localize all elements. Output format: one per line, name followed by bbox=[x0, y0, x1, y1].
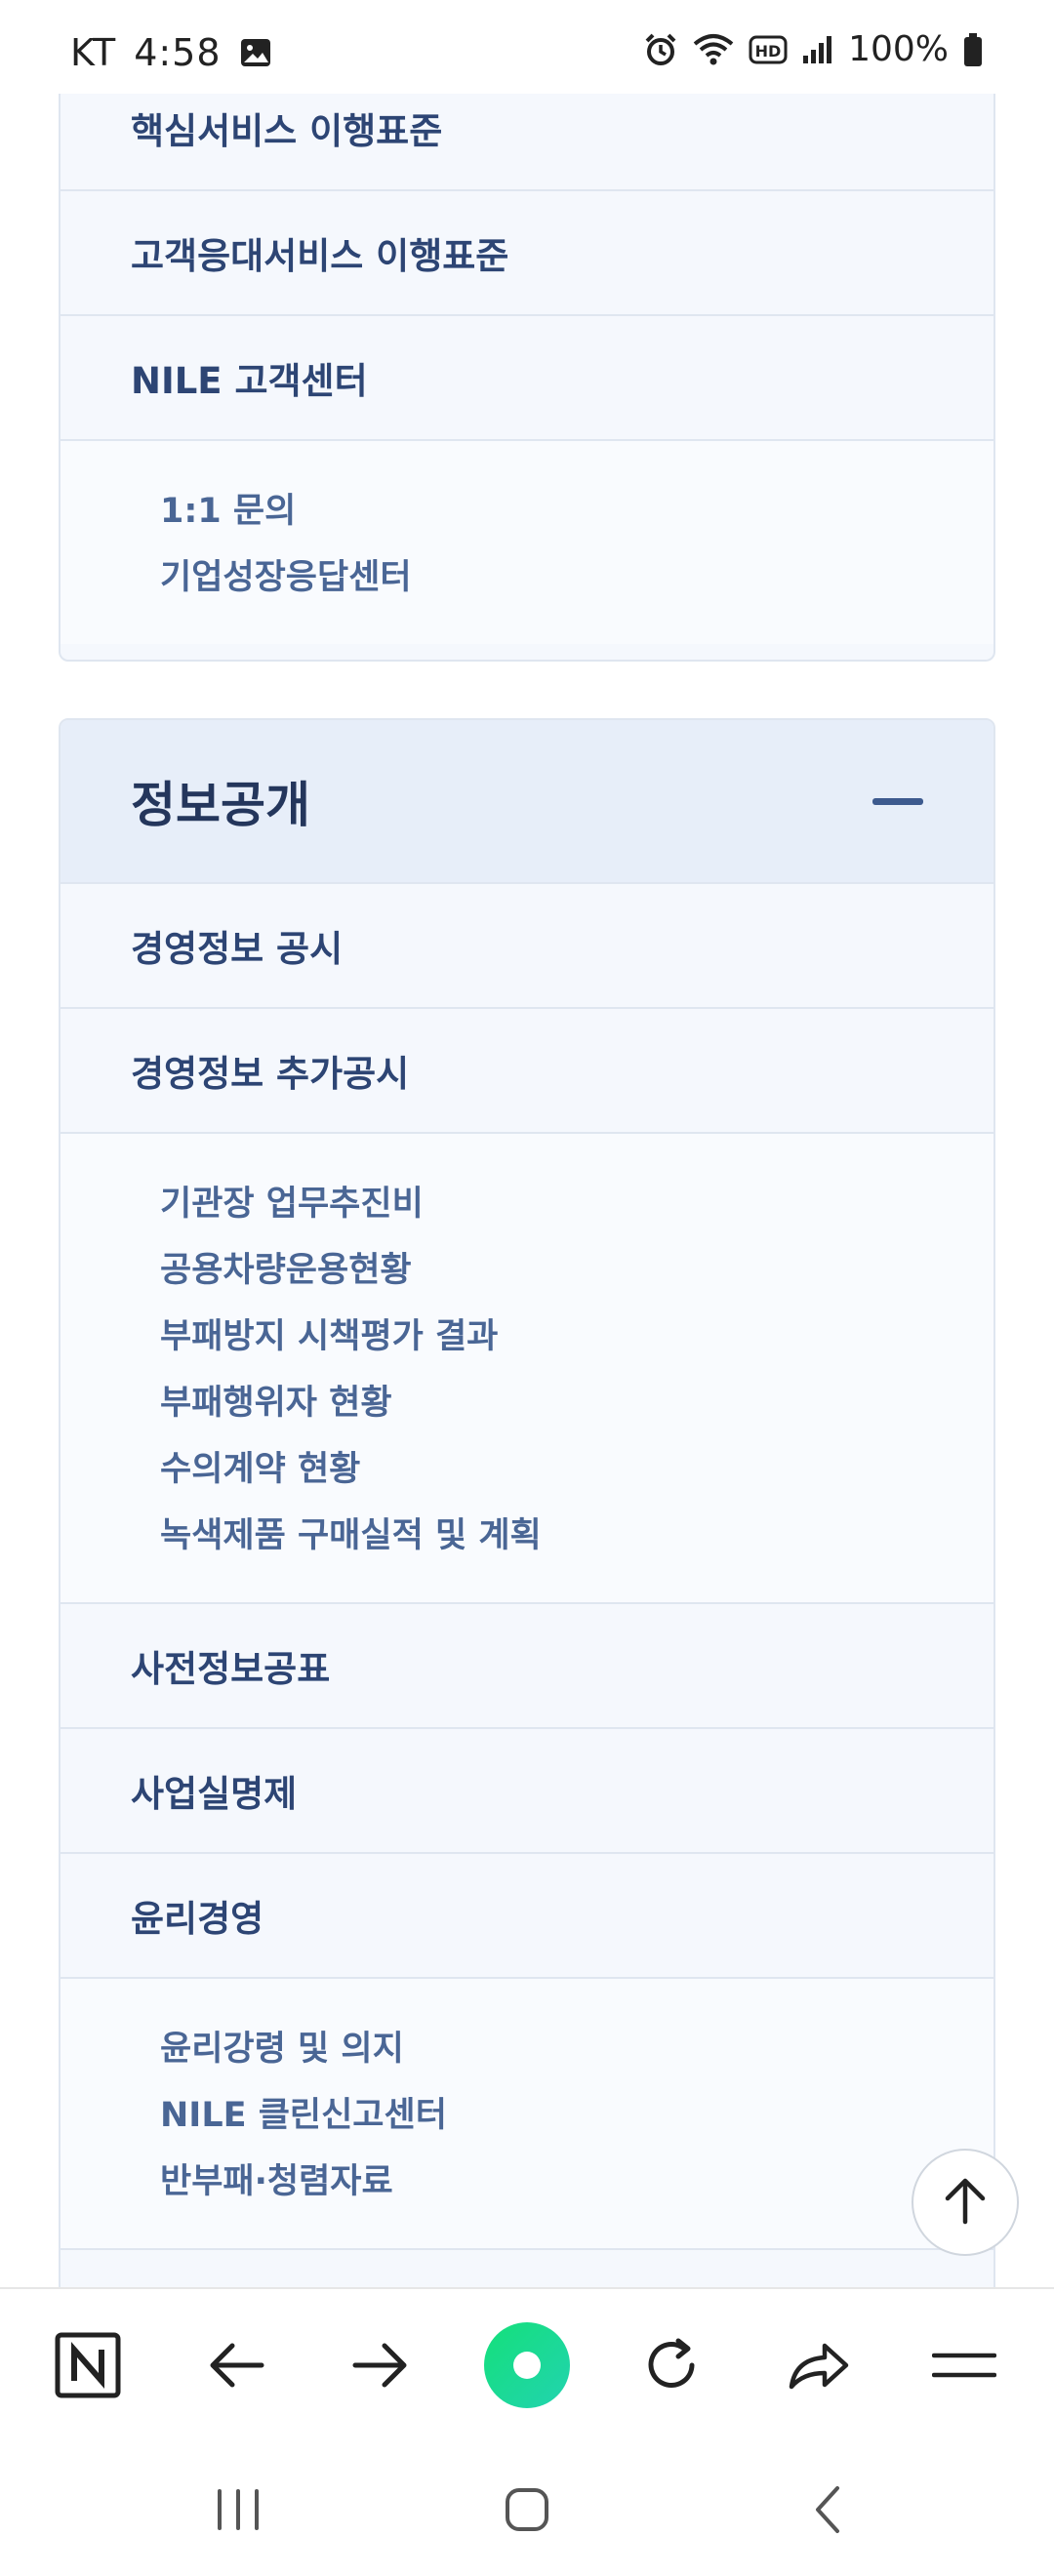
menu-item-pre-disclosure[interactable]: 사전정보공표 bbox=[61, 1604, 993, 1729]
naver-n-icon bbox=[55, 2332, 121, 2402]
submenu-item-inquiry[interactable]: 1:1 문의 bbox=[160, 478, 993, 544]
refresh-button[interactable] bbox=[632, 2328, 710, 2406]
submenu-item-growth-center[interactable]: 기업성장응답센터 bbox=[160, 544, 993, 611]
status-left: KT 4:58 bbox=[70, 31, 272, 74]
menu-item-core-service[interactable]: 핵심서비스 이행표준 bbox=[61, 94, 993, 191]
hd-voice-icon: HD bbox=[749, 34, 788, 65]
page-content: 핵심서비스 이행표준 고객응대서비스 이행표준 NILE 고객센터 1:1 문의… bbox=[0, 94, 1054, 2287]
customer-center-submenu: 1:1 문의 기업성장응답센터 bbox=[61, 441, 993, 644]
menu-button[interactable] bbox=[925, 2328, 1003, 2406]
green-dot-button[interactable] bbox=[484, 2322, 570, 2408]
menu-item-customer-service[interactable]: 고객응대서비스 이행표준 bbox=[61, 191, 993, 316]
naver-home-button[interactable] bbox=[49, 2328, 127, 2406]
menu-item-label: 사전정보공표 bbox=[131, 1648, 331, 1690]
signal-icon bbox=[801, 34, 834, 65]
ethics-submenu: 윤리강령 및 의지 NILE 클린신고센터 반부패·청렴자료 bbox=[61, 1979, 993, 2250]
alarm-icon bbox=[643, 32, 678, 67]
submenu-item[interactable]: 녹색제품 구매실적 및 계획 bbox=[160, 1503, 993, 1569]
clock: 4:58 bbox=[134, 31, 222, 74]
status-right: HD 100% bbox=[643, 29, 984, 69]
menu-item-label: 핵심서비스 이행표준 bbox=[131, 110, 443, 152]
submenu-item[interactable]: 부패행위자 현황 bbox=[160, 1370, 993, 1436]
submenu-item[interactable]: 반부패·청렴자료 bbox=[160, 2149, 993, 2215]
submenu-item[interactable]: NILE 클린신고센터 bbox=[160, 2082, 993, 2149]
menu-item-project-naming[interactable]: 사업실명제 bbox=[61, 1729, 993, 1854]
menu-item-label: 사업실명제 bbox=[131, 1773, 298, 1815]
battery-icon bbox=[962, 32, 984, 67]
menu-item-label: NILE 고객센터 bbox=[131, 360, 368, 402]
home-icon bbox=[504, 2486, 550, 2537]
submenu-item[interactable]: 윤리강령 및 의지 bbox=[160, 2016, 993, 2082]
management-info-submenu: 기관장 업무추진비 공용차량운용현황 부패방지 시책평가 결과 부패행위자 현황… bbox=[61, 1134, 993, 1604]
status-bar: KT 4:58 HD 100% bbox=[0, 0, 1054, 94]
green-home-icon bbox=[483, 2321, 571, 2413]
customer-service-card: 핵심서비스 이행표준 고객응대서비스 이행표준 NILE 고객센터 1:1 문의… bbox=[59, 94, 995, 662]
recent-apps-icon bbox=[214, 2487, 263, 2536]
wifi-icon bbox=[692, 32, 735, 67]
info-disclosure-header[interactable]: 정보공개 bbox=[61, 720, 993, 884]
menu-item-customer-center[interactable]: NILE 고객센터 bbox=[61, 316, 993, 441]
section-title: 정보공개 bbox=[131, 777, 310, 833]
gallery-notification-icon bbox=[239, 36, 272, 69]
menu-item-label: 윤리경영 bbox=[131, 1898, 264, 1940]
browser-toolbar bbox=[0, 2287, 1054, 2443]
submenu-item[interactable]: 부패방지 시책평가 결과 bbox=[160, 1304, 993, 1370]
forward-arrow-icon bbox=[351, 2340, 410, 2395]
home-button[interactable] bbox=[488, 2473, 566, 2551]
battery-percent: 100% bbox=[848, 29, 949, 69]
share-button[interactable] bbox=[779, 2328, 857, 2406]
scroll-top-button[interactable] bbox=[912, 2149, 1019, 2256]
menu-icon bbox=[931, 2346, 997, 2389]
chevron-left-icon bbox=[810, 2484, 845, 2539]
system-navigation-bar bbox=[0, 2443, 1054, 2576]
submenu-item[interactable]: 기관장 업무추진비 bbox=[160, 1171, 993, 1237]
back-arrow-icon bbox=[207, 2340, 265, 2395]
system-back-button[interactable] bbox=[789, 2473, 867, 2551]
collapse-minus-icon[interactable] bbox=[872, 797, 923, 805]
refresh-icon bbox=[641, 2335, 702, 2399]
recent-apps-button[interactable] bbox=[199, 2473, 277, 2551]
menu-item-management-info[interactable]: 경영정보 공시 bbox=[61, 884, 993, 1009]
back-button[interactable] bbox=[197, 2328, 275, 2406]
menu-item-next[interactable] bbox=[61, 2250, 993, 2287]
submenu-item[interactable]: 수의계약 현황 bbox=[160, 1436, 993, 1503]
menu-item-management-info-extra[interactable]: 경영정보 추가공시 bbox=[61, 1009, 993, 1134]
svg-text:HD: HD bbox=[755, 42, 782, 60]
submenu-item[interactable]: 공용차량운용현황 bbox=[160, 1237, 993, 1304]
share-icon bbox=[786, 2338, 850, 2396]
menu-item-label: 고객응대서비스 이행표준 bbox=[131, 235, 509, 277]
info-disclosure-card: 정보공개 경영정보 공시 경영정보 추가공시 기관장 업무추진비 공용차량운용현… bbox=[59, 718, 995, 2287]
carrier-label: KT bbox=[70, 31, 117, 74]
menu-item-ethics[interactable]: 윤리경영 bbox=[61, 1854, 993, 1979]
arrow-up-icon bbox=[942, 2175, 989, 2230]
menu-item-label: 경영정보 공시 bbox=[131, 928, 344, 970]
forward-button[interactable] bbox=[342, 2328, 420, 2406]
menu-item-label: 경영정보 추가공시 bbox=[131, 1053, 410, 1095]
